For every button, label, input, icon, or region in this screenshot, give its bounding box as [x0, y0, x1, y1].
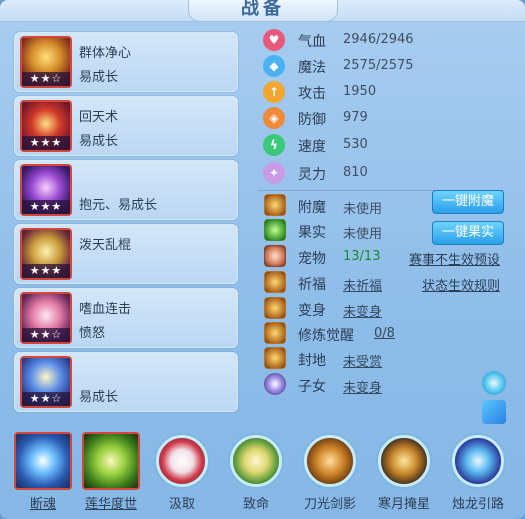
status-value-cultivation[interactable]: 0/8: [374, 326, 395, 341]
spirit-icon: ✦: [263, 162, 285, 184]
skill-icon-passive: ★★★: [20, 164, 72, 216]
attr-value-spirit: 810: [343, 165, 368, 180]
status-label-enchant: 附魔: [298, 200, 326, 216]
mana-icon: ◆: [263, 55, 285, 77]
status-label-pet: 宠物: [298, 251, 326, 267]
status-value-fruit: 未使用: [343, 227, 383, 242]
attr-label-spd: 速度: [298, 139, 326, 155]
status-rule-link[interactable]: 状态生效规则: [422, 275, 500, 294]
skill-stars: ★★☆: [22, 72, 70, 86]
enchant-icon: [264, 194, 286, 216]
attr-value-hp: 2946/2946: [343, 32, 414, 47]
skill-name: 嗜血连击: [79, 302, 132, 317]
bottom-skill-label: 刀光剑影: [303, 497, 356, 512]
status-label-transform: 变身: [298, 303, 326, 319]
attr-label-hp: 气血: [298, 34, 326, 50]
status-label-fief: 封地: [298, 353, 326, 369]
page-title: 战备: [241, 0, 285, 19]
status-value-fief[interactable]: 未受赏: [343, 351, 382, 370]
bottom-skill[interactable]: [227, 432, 285, 490]
status-label-cultivation: 修炼觉醒: [298, 328, 354, 344]
skill-name: 回天术: [79, 110, 119, 125]
cultivation-icon: [264, 322, 286, 344]
bottom-skill-label: 汲取: [168, 497, 195, 512]
defense-icon: ◈: [263, 107, 285, 129]
skill-sub: 抱元、易成长: [79, 198, 158, 213]
cold-moon-icon: [378, 435, 430, 487]
fief-icon: [264, 347, 286, 369]
attr-value-mp: 2575/2575: [343, 58, 414, 73]
skill-sub: 易成长: [79, 70, 119, 85]
lotus-icon: [82, 432, 140, 490]
attr-label-atk: 攻击: [298, 86, 326, 102]
speed-icon: ϟ: [263, 134, 285, 156]
bottom-skill[interactable]: [82, 432, 140, 490]
skill-card[interactable]: ★★☆ 嗜血连击 愤怒: [14, 288, 238, 348]
status-value-transform[interactable]: 未变身: [343, 301, 382, 320]
skill-card[interactable]: ★★★ 泼天乱棍: [14, 224, 238, 284]
title-plate: 战备: [188, 0, 338, 22]
skill-icon-growth: ★★☆: [20, 356, 72, 408]
absorb-icon: [156, 435, 208, 487]
bottom-skill[interactable]: [301, 432, 359, 490]
tournament-preset-link[interactable]: 赛事不生效预设: [409, 249, 500, 268]
skill-sub: 易成长: [79, 134, 119, 149]
skill-stars: ★★☆: [22, 392, 70, 406]
skill-stars: ★★★: [22, 200, 70, 214]
attr-value-def: 979: [343, 110, 368, 125]
skill-stars: ★★☆: [22, 328, 70, 342]
bottom-skill[interactable]: [375, 432, 433, 490]
pet-icon: [264, 245, 286, 267]
status-label-blessing: 祈福: [298, 277, 326, 293]
skill-name: 群体净心: [79, 46, 132, 61]
bottom-skill[interactable]: [449, 432, 507, 490]
status-label-fruit: 果实: [298, 225, 326, 241]
enchant-button[interactable]: 一键附魔: [432, 190, 504, 214]
skill-icon-staff: ★★★: [20, 228, 72, 280]
share-icon[interactable]: [482, 400, 506, 424]
status-value-enchant: 未使用: [343, 202, 383, 217]
children-icon: [264, 373, 286, 395]
skill-card[interactable]: ★★☆ 群体净心 易成长: [14, 32, 238, 92]
bottom-skill[interactable]: [153, 432, 211, 490]
skill-stars: ★★★: [22, 264, 70, 278]
skill-sub: 愤怒: [79, 326, 106, 341]
attr-label-def: 防御: [298, 112, 326, 128]
attr-value-atk: 1950: [343, 84, 377, 99]
lethal-icon: [230, 435, 282, 487]
fruit-button[interactable]: 一键果实: [432, 221, 504, 245]
skill-icon-combo: ★★☆: [20, 292, 72, 344]
skill-card[interactable]: ★★★ 抱元、易成长: [14, 160, 238, 220]
skill-name: 泼天乱棍: [79, 238, 132, 253]
fruit-icon: [264, 219, 286, 241]
attack-icon: ↑: [263, 81, 285, 103]
skill-icon-purify: ★★☆: [20, 36, 72, 88]
status-value-children[interactable]: 未变身: [343, 377, 382, 396]
skill-sub: 易成长: [79, 390, 119, 405]
status-value-blessing[interactable]: 未祈福: [343, 275, 382, 294]
heart-icon: ♥: [263, 29, 285, 51]
dragon-guide-icon: [452, 435, 504, 487]
refresh-icon[interactable]: [482, 371, 506, 395]
blade-light-icon: [304, 435, 356, 487]
skill-card[interactable]: ★★★ 回天术 易成长: [14, 96, 238, 156]
attr-label-mp: 魔法: [298, 60, 326, 76]
transform-icon: [264, 297, 286, 319]
attr-value-spd: 530: [343, 137, 368, 152]
bottom-skill-label: 寒月掩星: [377, 497, 430, 512]
battle-prep-panel: 战备 ★★☆ 群体净心 易成长 ★★★ 回天术 易成长 ★★★ 抱元、易成长 ★…: [0, 0, 525, 519]
bottom-skill-label: 致命: [242, 497, 269, 512]
blessing-icon: [264, 271, 286, 293]
skill-stars: ★★★: [22, 136, 70, 150]
bottom-skill-label: 烛龙引路: [451, 497, 504, 512]
status-label-children: 子女: [298, 379, 326, 395]
bottom-skill-label: 莲华度世: [84, 497, 137, 512]
skill-card[interactable]: ★★☆ 易成长: [14, 352, 238, 412]
attr-label-spirit: 灵力: [298, 167, 326, 183]
bottom-skill[interactable]: [14, 432, 72, 490]
soul-break-icon: [14, 432, 72, 490]
status-value-pet: 13/13: [343, 249, 381, 264]
skill-icon-heal: ★★★: [20, 100, 72, 152]
